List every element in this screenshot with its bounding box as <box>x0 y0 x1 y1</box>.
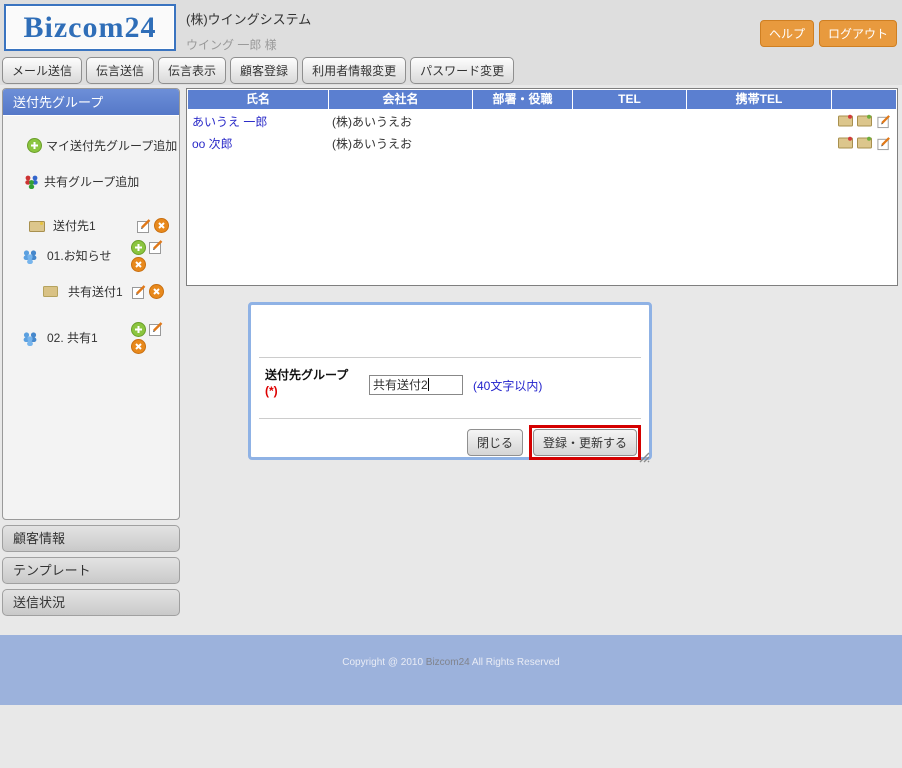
card-icon <box>29 220 45 232</box>
add-icon <box>27 138 42 153</box>
group-name-label: 送付先グループ(*) <box>265 368 349 398</box>
dialog-button-pane: 閉じる 登録・更新する <box>466 425 641 460</box>
toolbar-mail-send-button[interactable]: メール送信 <box>2 57 83 84</box>
edit-group-icon[interactable] <box>148 321 164 337</box>
sidebar-item-customer-info[interactable]: 顧客情報 <box>2 525 180 552</box>
group-row-oshirase: 01.お知らせ <box>21 239 171 272</box>
people-group-icon <box>21 248 39 264</box>
card-red-icon[interactable] <box>838 114 854 129</box>
input-hint: (40文字以内) <box>473 379 543 393</box>
add-subgroup-icon[interactable] <box>131 321 146 337</box>
logo: Bizcom24 <box>4 4 176 51</box>
logout-button[interactable]: ログアウト <box>818 20 897 47</box>
copyright-text: All Rights Reserved <box>469 657 560 668</box>
shared-group-icon <box>23 173 40 190</box>
edit-group-icon[interactable] <box>136 218 152 234</box>
contact-company: (株)あいうえお <box>332 114 412 129</box>
group-row-kyoyu1: 02. 共有1 <box>21 321 171 354</box>
delete-group-icon[interactable] <box>131 339 146 354</box>
column-header-tel: TEL <box>573 90 686 109</box>
add-my-group-link[interactable]: マイ送付先グループ追加 <box>27 137 177 154</box>
required-mark: (*) <box>265 384 278 398</box>
column-header-mobile: 携帯TEL <box>687 90 831 109</box>
edit-contact-icon[interactable] <box>876 114 892 129</box>
sidebar-item-send-status[interactable]: 送信状況 <box>2 589 180 616</box>
group-row-soufusaki1: 送付先1 <box>29 217 169 234</box>
group-label: 01.お知らせ <box>47 249 112 263</box>
header: Bizcom24 (株)ウイングシステム ウイング 一郎 様 ヘルプ ログアウト… <box>0 0 902 85</box>
dialog-divider <box>259 357 641 358</box>
highlight-box: 登録・更新する <box>528 425 641 460</box>
group-label: 02. 共有1 <box>47 331 98 345</box>
contact-company: (株)あいうえお <box>332 136 412 151</box>
column-header-actions <box>832 90 896 109</box>
add-my-group-label: マイ送付先グループ追加 <box>46 139 178 153</box>
copyright-text: Copyright @ 2010 <box>342 657 426 668</box>
add-subgroup-icon[interactable] <box>131 239 146 255</box>
register-update-button[interactable]: 登録・更新する <box>532 429 637 456</box>
group-row-kyoyusofu1: 共有送付1 <box>43 283 171 300</box>
footer: Copyright @ 2010 Bizcom24 All Rights Res… <box>0 635 902 705</box>
page: Bizcom24 (株)ウイングシステム ウイング 一郎 様 ヘルプ ログアウト… <box>0 0 902 768</box>
people-group-icon <box>21 330 39 346</box>
help-button[interactable]: ヘルプ <box>759 20 814 47</box>
sidebar-title: 送付先グループ <box>3 89 179 116</box>
contacts-table: 氏名 会社名 部署・役職 TEL 携帯TEL あいうえ 一郎 (株)あいうえお <box>186 88 898 286</box>
sidebar-item-template[interactable]: テンプレート <box>2 557 180 584</box>
column-header-company: 会社名 <box>329 90 472 109</box>
group-label: 共有送付1 <box>68 285 123 299</box>
column-header-name: 氏名 <box>188 90 328 109</box>
edit-contact-icon[interactable] <box>876 136 892 151</box>
company-name: (株)ウイングシステム <box>186 12 312 27</box>
contact-name-link[interactable]: あいうえ 一郎 <box>192 115 267 129</box>
group-edit-dialog: 送付先グループ(*) 共有送付2 (40文字以内) 閉じる 登録・更新する <box>248 302 652 463</box>
delete-group-icon[interactable] <box>149 284 164 299</box>
edit-group-icon[interactable] <box>148 239 164 255</box>
card-green-icon[interactable] <box>857 114 873 129</box>
footer-brand: Bizcom24 <box>425 657 470 668</box>
logo-text: Bizcom24 <box>23 10 157 44</box>
table-row: あいうえ 一郎 (株)あいうえお <box>187 110 897 132</box>
group-name-input[interactable]: 共有送付2 <box>369 375 463 395</box>
contact-name-link[interactable]: oo 次郎 <box>192 137 233 151</box>
user-name: ウイング 一郎 様 <box>186 38 277 52</box>
add-shared-group-link[interactable]: 共有グループ追加 <box>23 173 139 190</box>
table-row: oo 次郎 (株)あいうえお <box>187 132 897 154</box>
folder-icon <box>43 286 58 297</box>
toolbar-password-change-button[interactable]: パスワード変更 <box>410 57 515 84</box>
card-green-icon[interactable] <box>857 136 873 151</box>
toolbar-message-view-button[interactable]: 伝言表示 <box>158 57 227 84</box>
close-button[interactable]: 閉じる <box>466 429 523 456</box>
table-header-row: 氏名 会社名 部署・役職 TEL 携帯TEL <box>187 89 897 110</box>
toolbar: メール送信 伝言送信 伝言表示 顧客登録 利用者情報変更 パスワード変更 <box>2 57 515 84</box>
toolbar-customer-register-button[interactable]: 顧客登録 <box>230 57 299 84</box>
resize-handle-icon[interactable] <box>636 449 650 463</box>
edit-group-icon[interactable] <box>131 284 147 300</box>
delete-group-icon[interactable] <box>154 218 169 233</box>
delete-group-icon[interactable] <box>131 257 146 272</box>
add-shared-group-label: 共有グループ追加 <box>44 175 140 189</box>
dialog-form-row: 送付先グループ(*) 共有送付2 (40文字以内) <box>265 367 542 399</box>
card-red-icon[interactable] <box>838 136 854 151</box>
toolbar-message-send-button[interactable]: 伝言送信 <box>86 57 155 84</box>
group-label: 送付先1 <box>53 219 96 233</box>
top-actions: ヘルプ ログアウト <box>759 20 897 47</box>
toolbar-user-info-change-button[interactable]: 利用者情報変更 <box>302 57 407 84</box>
text-caret <box>427 378 429 391</box>
dialog-divider <box>259 418 641 419</box>
sidebar-send-groups-panel: 送付先グループ マイ送付先グループ追加 共有グループ追加 送付先1 01.お知ら… <box>2 88 180 520</box>
column-header-department: 部署・役職 <box>473 90 572 109</box>
